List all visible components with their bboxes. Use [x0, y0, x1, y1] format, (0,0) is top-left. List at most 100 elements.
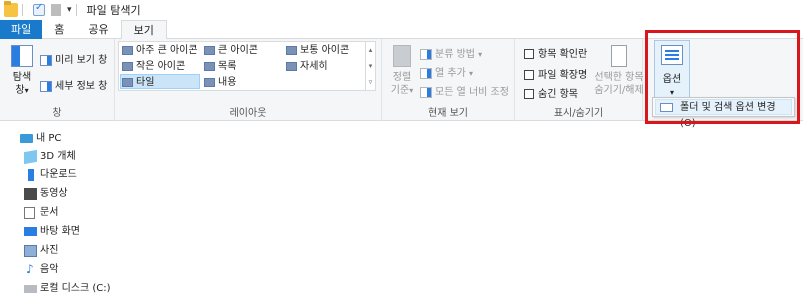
item-checkboxes-toggle[interactable]: 항목 확인란: [524, 45, 587, 60]
add-columns-label: 열 추가: [435, 68, 466, 79]
nav-item-this-pc[interactable]: 내 PC: [20, 131, 61, 147]
layout-gallery-scroll[interactable]: ▴ ▾ ▿: [365, 42, 375, 90]
checkbox[interactable]: [524, 70, 534, 80]
window-title: 파일 탐색기: [86, 4, 141, 17]
group-by-icon: [420, 48, 432, 60]
add-columns-button[interactable]: 열 추가 ▾: [420, 64, 473, 79]
music-icon: ♪: [26, 262, 34, 276]
document-icon: [24, 207, 35, 219]
hidden-items-label: 숨긴 항목: [538, 89, 578, 100]
layout-item-label: 큰 아이콘: [218, 45, 258, 56]
layout-item-label: 목록: [218, 61, 237, 72]
nav-item-desktop[interactable]: 바탕 화면: [24, 224, 80, 240]
nav-item-label: 문서: [40, 207, 59, 218]
nav-item-label: 3D 개체: [40, 151, 76, 162]
nav-item-pictures[interactable]: 사진: [24, 243, 58, 259]
document-icon: [611, 45, 627, 67]
file-extensions-toggle[interactable]: 파일 확장명: [524, 66, 587, 81]
details-pane-button[interactable]: 세부 정보 창: [40, 77, 107, 92]
nav-item-label: 바탕 화면: [40, 226, 80, 237]
layout-item-label: 아주 큰 아이콘: [136, 45, 198, 56]
medium-icons-icon: [286, 46, 297, 55]
layout-tiles[interactable]: 타일: [120, 74, 200, 89]
preview-pane-button[interactable]: 미리 보기 창: [40, 51, 107, 66]
group-by-label: 분류 방법: [435, 49, 475, 60]
group-by-button[interactable]: 분류 방법 ▾: [420, 45, 482, 60]
new-folder-icon[interactable]: [51, 4, 61, 16]
navigation-pane: 내 PC 3D 개체 다운로드 동영상 문서 바탕 화면 사진 ♪ 음악 로컬 디…: [0, 130, 170, 299]
preview-pane-label: 미리 보기 창: [55, 55, 108, 66]
nav-item-downloads[interactable]: 다운로드: [24, 167, 77, 183]
chevron-down-icon[interactable]: ▾: [366, 58, 375, 74]
pc-icon: [20, 134, 33, 143]
pane-group: 탐색 창▾ 미리 보기 창 세부 정보 창 창: [0, 39, 115, 121]
tab-home[interactable]: 홈: [42, 20, 76, 39]
checkbox[interactable]: [524, 89, 534, 99]
tab-file[interactable]: 파일: [0, 20, 43, 39]
details-pane-label: 세부 정보 창: [55, 81, 108, 92]
layout-list[interactable]: 목록: [203, 59, 236, 74]
sort-by-button[interactable]: 정렬 기준▾: [388, 45, 416, 97]
layout-group: 아주 큰 아이콘 큰 아이콘 보통 아이콘 작은 아이콘 목록 자세히 타일 내…: [115, 39, 382, 121]
nav-item-3d-objects[interactable]: 3D 개체: [24, 149, 76, 165]
layout-item-label: 보통 아이콘: [300, 45, 350, 56]
group-label-layout: 레이아웃: [229, 108, 267, 119]
nav-item-music[interactable]: ♪ 음악: [24, 262, 58, 278]
checkbox[interactable]: [524, 49, 534, 59]
list-icon: [204, 62, 215, 71]
small-icons-icon: [122, 62, 133, 71]
layout-gallery: 아주 큰 아이콘 큰 아이콘 보통 아이콘 작은 아이콘 목록 자세히 타일 내…: [118, 41, 376, 91]
large-icons-icon: [204, 46, 215, 55]
layout-details[interactable]: 자세히: [285, 59, 328, 74]
nav-item-label: 동영상: [40, 188, 68, 199]
nav-item-label: 다운로드: [40, 169, 77, 180]
highlight-box: [645, 30, 800, 124]
download-icon: [28, 169, 34, 181]
nav-item-label: 음악: [40, 264, 59, 275]
sort-by-icon: [393, 45, 411, 67]
navigation-pane-icon: [11, 45, 33, 67]
tiles-icon: [122, 78, 133, 87]
properties-check-icon[interactable]: [33, 2, 45, 16]
divider: [22, 4, 23, 16]
nav-item-documents[interactable]: 문서: [24, 205, 58, 221]
nav-item-videos[interactable]: 동영상: [24, 186, 68, 202]
layout-item-label: 자세히: [300, 61, 328, 72]
chevron-down-icon: ▾: [478, 50, 483, 59]
group-label-pane: 창: [52, 108, 62, 119]
layout-medium-icons[interactable]: 보통 아이콘: [285, 43, 349, 58]
layout-content[interactable]: 내용: [203, 75, 236, 90]
title-bar: ▾ 파일 탐색기: [0, 0, 803, 20]
tab-share[interactable]: 공유: [76, 20, 120, 39]
more-icon[interactable]: ▿: [366, 74, 375, 90]
hide-selected-label: 선택한 항목: [594, 72, 644, 83]
hidden-items-toggle[interactable]: 숨긴 항목: [524, 85, 578, 100]
preview-pane-icon: [40, 54, 52, 66]
hide-selected-button[interactable]: 선택한 항목 숨기기/해제: [594, 45, 644, 97]
layout-small-icons[interactable]: 작은 아이콘: [121, 59, 185, 74]
fit-columns-button[interactable]: 모든 열 너비 조정: [420, 83, 509, 98]
quick-access-dropdown-icon[interactable]: ▾: [67, 5, 72, 15]
hide-selected-label-line2: 숨기기/해제: [594, 85, 644, 96]
group-label-current-view: 현재 보기: [428, 108, 468, 119]
layout-item-label: 타일: [136, 77, 155, 88]
layout-extra-large-icons[interactable]: 아주 큰 아이콘: [121, 43, 198, 58]
extra-large-icons-icon: [122, 46, 133, 55]
content-icon: [204, 78, 215, 87]
pictures-icon: [24, 245, 37, 257]
nav-item-local-disk[interactable]: 로컬 디스크 (C:): [24, 281, 111, 297]
chevron-up-icon[interactable]: ▴: [366, 42, 375, 58]
nav-item-label: 내 PC: [36, 133, 62, 144]
navigation-pane-label: 탐색: [12, 72, 32, 83]
details-icon: [286, 62, 297, 71]
show-hide-group: 항목 확인란 파일 확장명 숨긴 항목 선택한 항목 숨기기/해제 표시/숨기기: [515, 39, 644, 121]
layout-large-icons[interactable]: 큰 아이콘: [203, 43, 258, 58]
fit-columns-label: 모든 열 너비 조정: [435, 87, 509, 98]
chevron-down-icon: ▾: [468, 69, 473, 78]
sort-by-label: 정렬: [392, 72, 412, 83]
tab-view[interactable]: 보기: [120, 20, 167, 40]
navigation-pane-button[interactable]: 탐색 창▾: [8, 45, 36, 97]
folder-icon: [4, 1, 18, 17]
local-disk-icon: [24, 285, 37, 293]
desktop-icon: [24, 227, 37, 236]
